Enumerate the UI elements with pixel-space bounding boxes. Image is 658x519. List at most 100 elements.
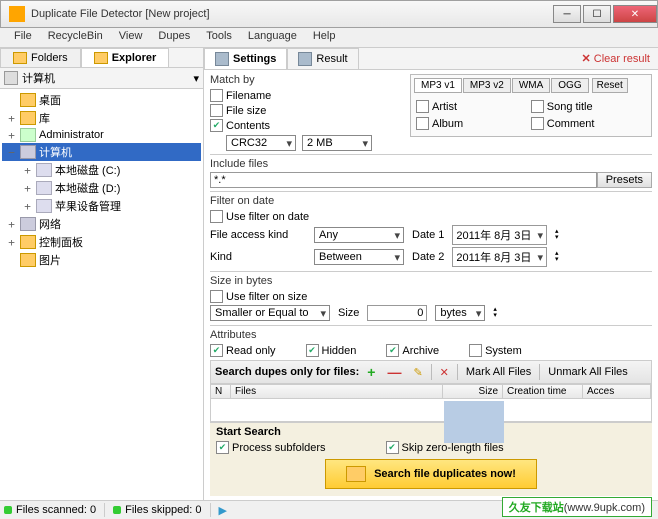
edit-file-button[interactable]: ✎ (409, 365, 426, 380)
presets-button[interactable]: Presets (597, 172, 652, 188)
chk-album[interactable] (416, 117, 429, 130)
expand-icon[interactable]: + (6, 218, 17, 231)
match-by-label: Match by (210, 74, 410, 86)
date2-spinner[interactable] (555, 251, 567, 263)
remove-file-button[interactable]: — (383, 363, 405, 381)
status-led-icon (4, 506, 12, 514)
tagtab-mp3v2[interactable]: MP3 v2 (463, 78, 511, 93)
col-files[interactable]: Files (231, 385, 443, 398)
menu-language[interactable]: Language (240, 28, 305, 47)
tree-header[interactable]: 计算机 ▾ (0, 68, 203, 89)
delete-file-button[interactable]: ✕ (436, 365, 453, 380)
menubar: File RecycleBin View Dupes Tools Languag… (0, 28, 658, 48)
tags-reset-button[interactable]: Reset (592, 78, 628, 93)
expand-icon[interactable]: + (6, 112, 17, 125)
menu-tools[interactable]: Tools (198, 28, 240, 47)
chk-comment[interactable] (531, 117, 544, 130)
chk-filename[interactable] (210, 89, 223, 102)
explorer-icon (94, 52, 108, 64)
chk-system[interactable] (469, 344, 482, 357)
include-pattern-field[interactable]: *.* (210, 172, 597, 188)
chk-archive[interactable] (386, 344, 399, 357)
select-algo[interactable]: CRC32 (226, 135, 296, 151)
tree-node[interactable]: +本地磁盘 (C:) (2, 161, 201, 179)
tagtab-mp3v1[interactable]: MP3 v1 (414, 78, 462, 93)
tree-node[interactable]: + 控制面板 (2, 233, 201, 251)
select-size-op[interactable]: Smaller or Equal to (210, 305, 330, 321)
unmark-all-button[interactable]: Unmark All Files (544, 365, 631, 379)
tree-node[interactable]: +库 (2, 109, 201, 127)
grid-selected-cell (444, 401, 504, 443)
menu-view[interactable]: View (111, 28, 151, 47)
clear-result-link[interactable]: Clear result (582, 52, 650, 65)
tree-node[interactable]: +网络 (2, 215, 201, 233)
node-label: 苹果设备管理 (55, 198, 121, 214)
node-label: 控制面板 (39, 234, 83, 250)
watermark: 久友下载站(www.9upk.com) (502, 497, 652, 517)
chk-contents[interactable] (210, 119, 223, 132)
tag-options: MP3 v1 MP3 v2 WMA OGG Reset Artist Song … (410, 74, 652, 137)
tree-node[interactable]: + Administrator (2, 127, 201, 143)
tree-node[interactable]: +本地磁盘 (D:) (2, 179, 201, 197)
expand-icon[interactable]: + (22, 182, 33, 195)
menu-help[interactable]: Help (305, 28, 344, 47)
tagtab-wma[interactable]: WMA (512, 78, 550, 93)
computer-icon (4, 71, 18, 85)
expand-icon[interactable]: + (22, 164, 33, 177)
menu-file[interactable]: File (6, 28, 40, 47)
col-access[interactable]: Acces (583, 385, 651, 398)
tab-folders[interactable]: Folders (0, 48, 81, 67)
expand-icon[interactable]: + (6, 129, 17, 142)
size-spinner[interactable] (493, 307, 505, 319)
date1-field[interactable]: 2011年 8月 3日 (452, 225, 547, 245)
select-access-kind[interactable]: Any (314, 227, 404, 243)
size-value-field[interactable]: 0 (367, 305, 427, 321)
date1-spinner[interactable] (555, 229, 567, 241)
folder-tree[interactable]: 桌面+库+Administrator−计算机+本地磁盘 (C:)+本地磁盘 (D… (0, 89, 203, 500)
add-file-button[interactable]: + (363, 363, 379, 381)
tagtab-ogg[interactable]: OGG (551, 78, 588, 93)
node-label: 桌面 (39, 92, 61, 108)
col-size[interactable]: Size (443, 385, 503, 398)
expand-icon[interactable]: + (22, 200, 33, 213)
node-label: 图片 (39, 252, 61, 268)
chk-readonly[interactable] (210, 344, 223, 357)
tab-explorer[interactable]: Explorer (81, 48, 170, 67)
chk-use-date-filter[interactable] (210, 210, 223, 223)
menu-dupes[interactable]: Dupes (150, 28, 198, 47)
chk-skip-zero[interactable] (386, 441, 399, 454)
tab-result[interactable]: Result (287, 48, 358, 69)
tab-settings[interactable]: Settings (204, 48, 287, 69)
node-label: Administrator (39, 129, 104, 141)
menu-recyclebin[interactable]: RecycleBin (40, 28, 111, 47)
select-range-kind[interactable]: Between (314, 249, 404, 265)
col-n[interactable]: N (211, 385, 231, 398)
chk-use-size-filter[interactable] (210, 290, 223, 303)
select-size-unit[interactable]: bytes (435, 305, 485, 321)
chk-songtitle[interactable] (531, 100, 544, 113)
tree-node[interactable]: + 苹果设备管理 (2, 197, 201, 215)
chk-hidden[interactable] (306, 344, 319, 357)
file-grid[interactable]: N Files Size Creation time Acces (210, 384, 652, 422)
chk-artist[interactable] (416, 100, 429, 113)
tree-node[interactable]: −计算机 (2, 143, 201, 161)
node-icon (20, 128, 36, 142)
play-icon[interactable]: ▶ (219, 504, 227, 517)
date2-field[interactable]: 2011年 8月 3日 (452, 247, 547, 267)
expand-icon[interactable]: + (6, 236, 17, 249)
tree-node[interactable]: 桌面 (2, 91, 201, 109)
close-button[interactable]: ✕ (613, 5, 657, 23)
expand-icon[interactable]: − (6, 146, 17, 159)
mark-all-button[interactable]: Mark All Files (462, 365, 535, 379)
tree-node[interactable]: 图片 (2, 251, 201, 269)
col-ctime[interactable]: Creation time (503, 385, 583, 398)
node-icon (20, 145, 36, 159)
chk-filesize[interactable] (210, 104, 223, 117)
files-toolbar: Search dupes only for files: + — ✎ ✕ Mar… (210, 360, 652, 384)
search-button[interactable]: Search file duplicates now! (325, 459, 537, 489)
maximize-button[interactable]: ☐ (583, 5, 611, 23)
select-blocksize[interactable]: 2 MB (302, 135, 372, 151)
chk-subfolders[interactable] (216, 441, 229, 454)
minimize-button[interactable]: ─ (553, 5, 581, 23)
start-label: Start Search (216, 426, 281, 438)
